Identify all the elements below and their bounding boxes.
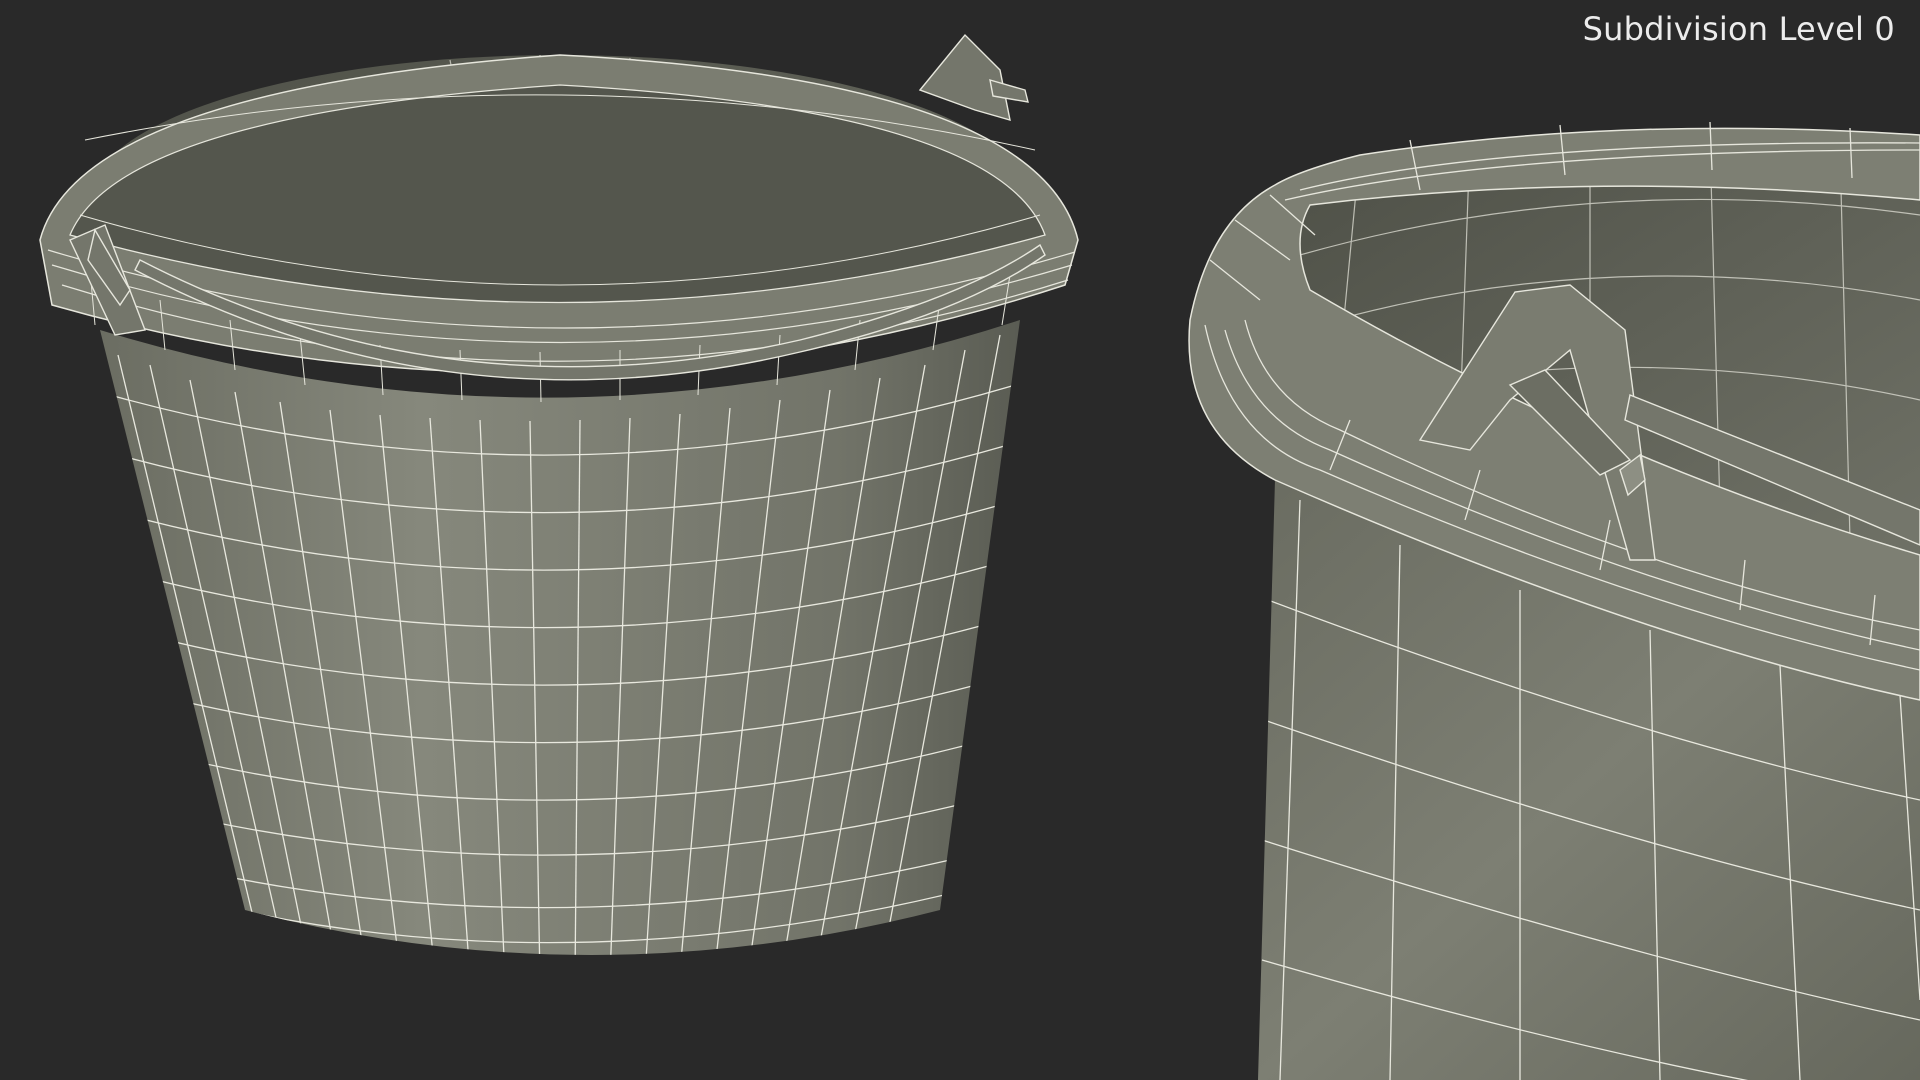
bucket-rim-closeup [1188,121,1920,1080]
viewport-render [39,33,1920,1080]
bucket-full-view [39,33,1079,955]
bucket-outer-body [100,320,1020,955]
subdivision-level-label: Subdivision Level 0 [1582,10,1895,48]
